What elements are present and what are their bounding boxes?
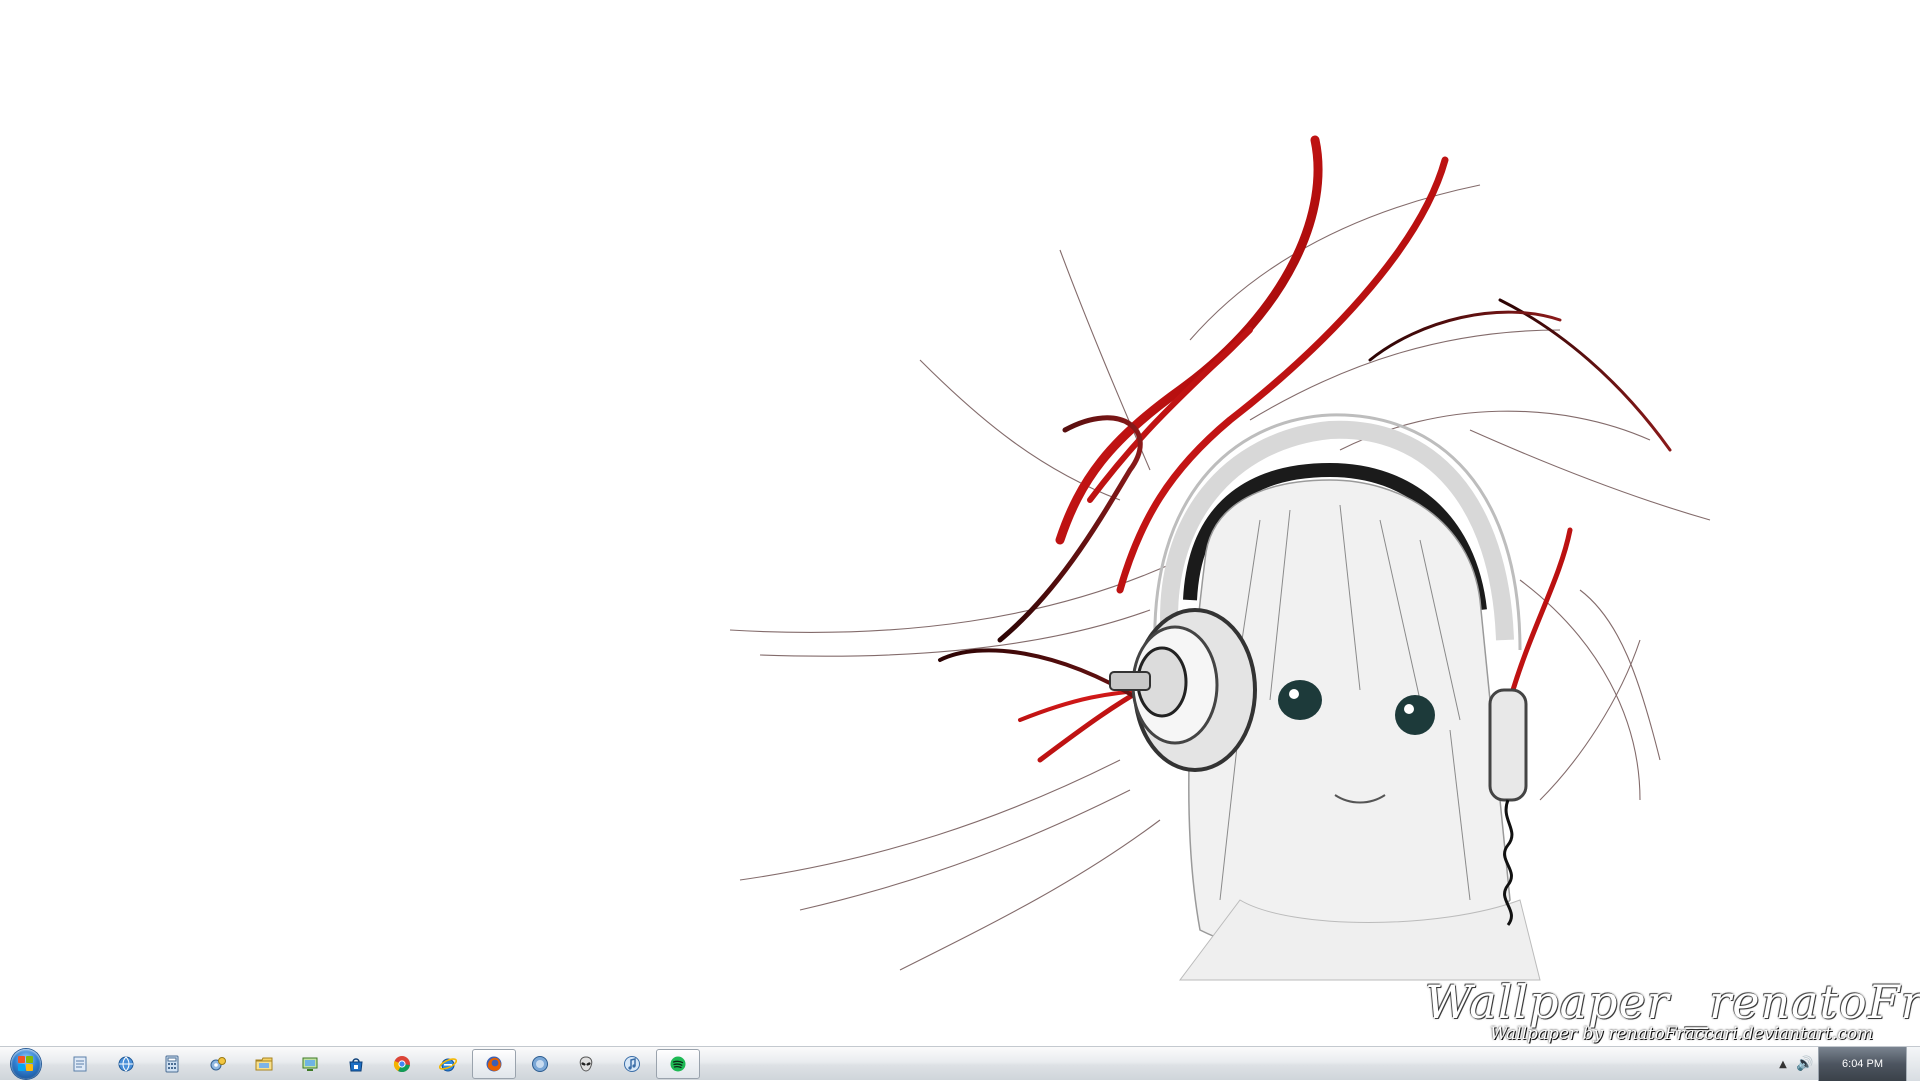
show-desktop-button[interactable]	[1906, 1047, 1920, 1081]
windows-logo-icon	[11, 1049, 41, 1079]
taskbar-alien-button[interactable]	[564, 1049, 608, 1079]
taskbar-control-panel-button[interactable]	[196, 1049, 240, 1079]
taskbar-network-button[interactable]	[104, 1049, 148, 1079]
taskbar-remote-desktop-button[interactable]	[288, 1049, 332, 1079]
volume-icon[interactable]: 🔊	[1792, 1047, 1818, 1081]
clock[interactable]: 6:04 PM	[1818, 1047, 1906, 1081]
store-icon	[349, 1058, 363, 1072]
wallpaper-watermark: Wallpaper _renatoFraccari	[1425, 975, 1920, 1029]
network-icon	[118, 1056, 134, 1072]
globe-icon	[532, 1056, 548, 1072]
firefox-icon	[486, 1056, 502, 1072]
taskbar: ▲ 🔊 6:04 PM	[0, 1046, 1920, 1081]
internet-explorer-icon	[439, 1058, 457, 1072]
calculator-icon	[165, 1055, 179, 1073]
taskbar-firefox-button[interactable]	[472, 1049, 516, 1079]
wallpaper-credit: Wallpaper by renatoFraccari.deviantart.c…	[1490, 1024, 1874, 1044]
system-tray: ▲ 🔊 6:04 PM	[1774, 1047, 1920, 1081]
taskbar-store-button[interactable]	[334, 1049, 378, 1079]
start-button[interactable]	[6, 1047, 46, 1081]
wallpaper-illustration	[729, 135, 1711, 981]
control-panel-icon	[210, 1057, 226, 1071]
taskbar-itunes-button[interactable]	[610, 1049, 654, 1079]
taskbar-chrome-button[interactable]	[380, 1049, 424, 1079]
notepad-icon	[73, 1056, 87, 1072]
folder-icon	[255, 1057, 273, 1071]
chrome-icon	[393, 1056, 410, 1073]
spotify-icon	[670, 1056, 686, 1072]
taskbar-globe-button[interactable]	[518, 1049, 562, 1079]
taskbar-spotify-button[interactable]	[656, 1049, 700, 1079]
alien-icon	[579, 1056, 593, 1072]
taskbar-explorer-button[interactable]	[242, 1049, 286, 1079]
desktop[interactable]: Wallpaper _renatoFraccari Wallpaper by r…	[0, 0, 1920, 1046]
remote-desktop-icon	[302, 1057, 318, 1071]
taskbar-notepad-button[interactable]	[58, 1049, 102, 1079]
taskbar-ie-button[interactable]	[426, 1049, 470, 1079]
show-hidden-icons-button[interactable]: ▲	[1774, 1059, 1792, 1070]
itunes-icon	[624, 1056, 640, 1072]
taskbar-calculator-button[interactable]	[150, 1049, 194, 1079]
